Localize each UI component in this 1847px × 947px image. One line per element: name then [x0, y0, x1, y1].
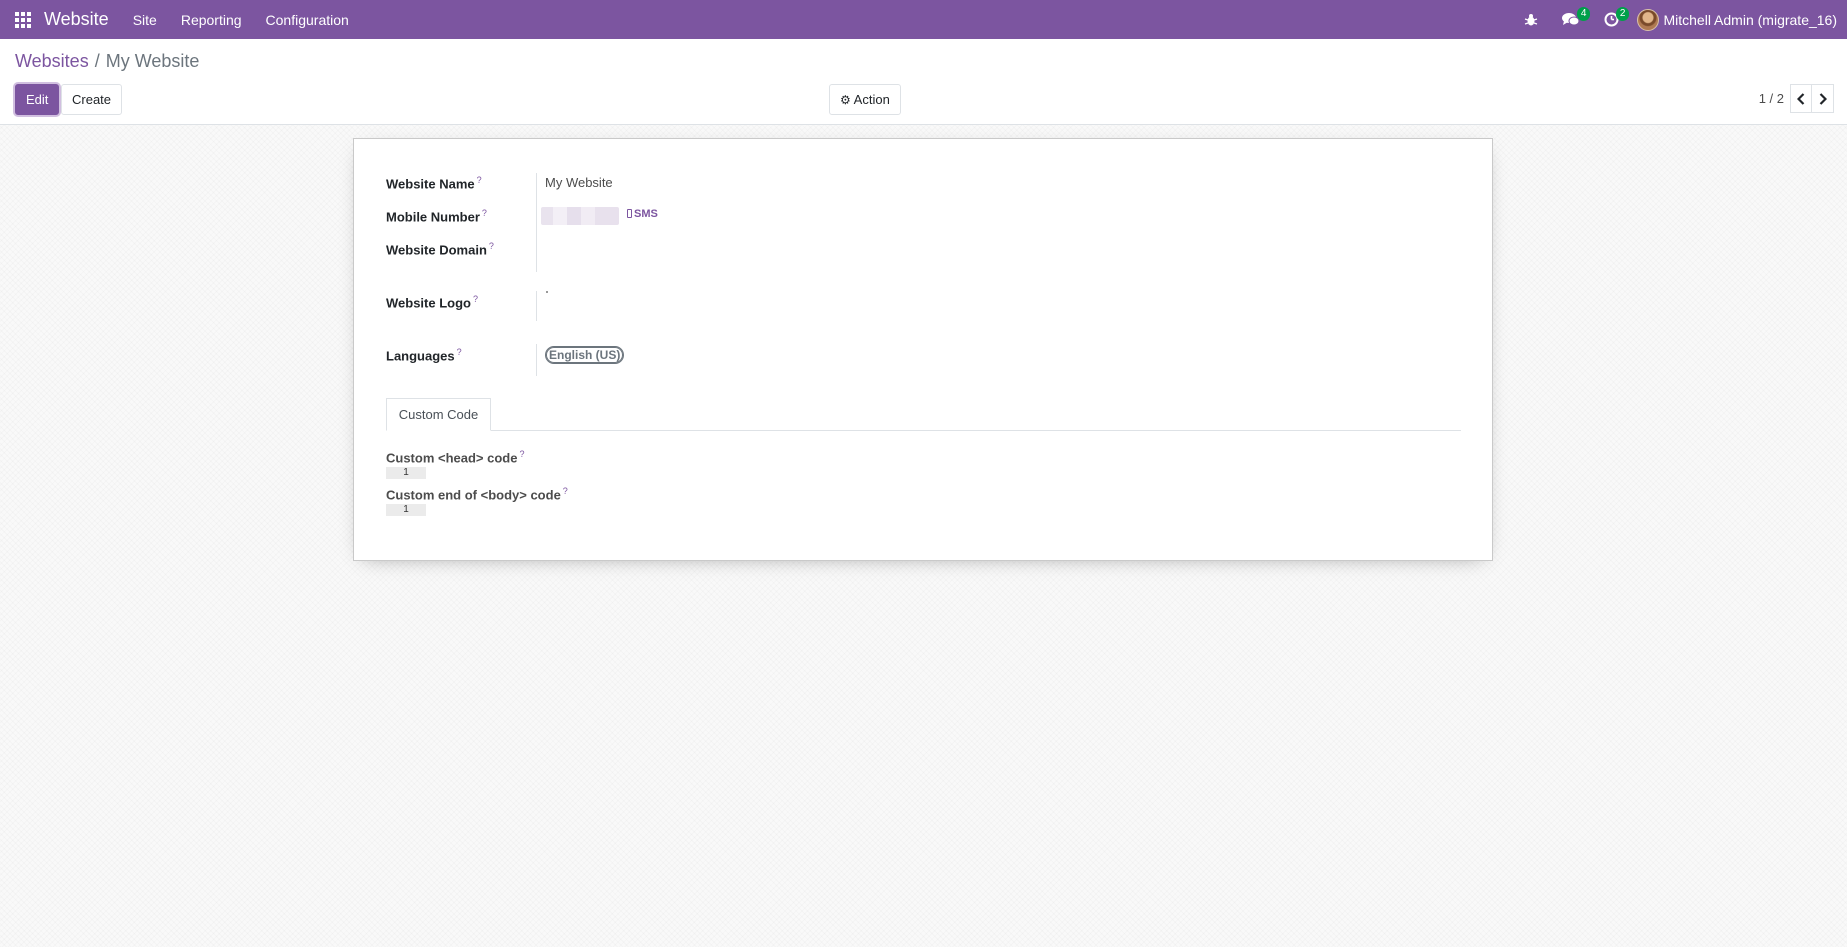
- language-tag: English (US): [545, 346, 625, 364]
- field-separator-line: [536, 344, 537, 376]
- sms-link[interactable]: SMS: [627, 208, 658, 220]
- website-domain-label: Website Domain?: [386, 241, 494, 258]
- debug-icon[interactable]: [1512, 0, 1550, 39]
- breadcrumb: Websites / My Website: [15, 51, 199, 72]
- tab-custom-code[interactable]: Custom Code: [386, 398, 491, 431]
- menu-item-site[interactable]: Site: [121, 12, 169, 28]
- form-sheet: Website Name? My Website Mobile Number? …: [353, 138, 1493, 561]
- breadcrumb-websites-link[interactable]: Websites: [15, 51, 89, 71]
- activities-icon[interactable]: 2: [1592, 0, 1631, 39]
- edit-button[interactable]: Edit: [15, 84, 60, 115]
- menu-item-reporting[interactable]: Reporting: [169, 12, 254, 28]
- languages-help[interactable]: ?: [457, 347, 462, 357]
- messages-count-badge: 4: [1576, 7, 1591, 21]
- messages-icon[interactable]: 4: [1550, 0, 1592, 39]
- user-name: Mitchell Admin (migrate_16): [1663, 11, 1837, 28]
- website-name-label: Website Name?: [386, 175, 482, 192]
- field-separator-line: [536, 173, 537, 272]
- mobile-number-label: Mobile Number?: [386, 208, 487, 225]
- mobile-number-help[interactable]: ?: [482, 208, 487, 218]
- custom-body-code-editor[interactable]: 1: [386, 504, 426, 516]
- custom-head-code-editor[interactable]: 1: [386, 467, 426, 479]
- custom-body-code-label: Custom end of <body> code?: [386, 486, 568, 503]
- custom-body-code-help[interactable]: ?: [563, 486, 568, 496]
- chevron-right-icon: [1819, 92, 1827, 105]
- user-menu[interactable]: Mitchell Admin (migrate_16): [1631, 8, 1847, 31]
- tab-divider: [386, 430, 1461, 431]
- pager-next-button[interactable]: [1812, 84, 1834, 113]
- website-logo-label: Website Logo?: [386, 294, 478, 311]
- control-panel: Websites / My Website Edit Create ⚙ Action…: [0, 39, 1847, 125]
- pager-value[interactable]: 1 / 2: [1759, 91, 1784, 106]
- mobile-phone-icon: [627, 209, 632, 218]
- pager-previous-button[interactable]: [1790, 84, 1812, 113]
- website-logo-help[interactable]: ?: [473, 294, 478, 304]
- mobile-number-value-blurred: [541, 207, 619, 225]
- custom-head-code-label: Custom <head> code?: [386, 449, 525, 466]
- avatar: [1637, 8, 1660, 31]
- languages-label: Languages?: [386, 347, 462, 364]
- activities-count-badge: 2: [1615, 7, 1630, 21]
- app-name[interactable]: Website: [44, 9, 109, 30]
- chevron-left-icon: [1797, 92, 1805, 105]
- custom-head-code-help[interactable]: ?: [519, 449, 524, 459]
- website-logo-image[interactable]: [546, 291, 548, 293]
- breadcrumb-separator: /: [94, 51, 100, 71]
- website-name-help[interactable]: ?: [477, 175, 482, 185]
- field-separator-line: [536, 291, 537, 321]
- action-button-label: Action: [853, 92, 890, 107]
- create-button[interactable]: Create: [61, 84, 123, 115]
- website-domain-help[interactable]: ?: [489, 241, 494, 251]
- top-navbar: Website Site Reporting Configuration 4 2…: [0, 0, 1847, 39]
- apps-menu-icon[interactable]: [0, 0, 46, 39]
- website-name-value: My Website: [545, 175, 613, 190]
- pager: 1 / 2: [1759, 84, 1834, 113]
- gear-icon: ⚙: [840, 93, 851, 107]
- action-button[interactable]: ⚙ Action: [829, 84, 901, 115]
- menu-item-configuration[interactable]: Configuration: [254, 12, 361, 28]
- breadcrumb-current: My Website: [105, 51, 200, 71]
